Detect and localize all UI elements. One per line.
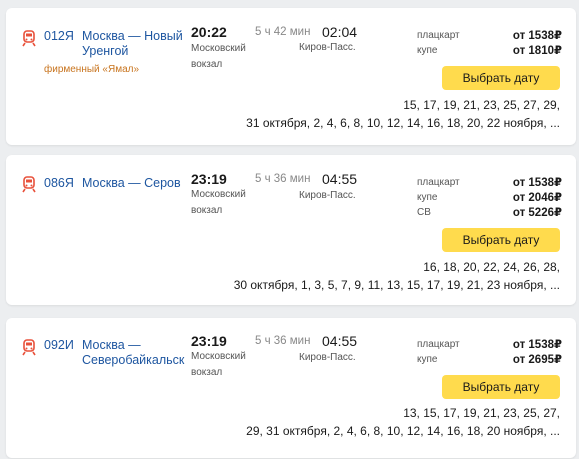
arrival-time: 04:55 bbox=[322, 333, 358, 349]
route-link[interactable]: Москва — Северобайкальск bbox=[82, 338, 184, 368]
train-card: 012Я Москва — Новый Уренгой фирменный «Я… bbox=[6, 8, 576, 145]
class-price: от 5226₽ bbox=[512, 207, 562, 219]
train-card: 086Я Москва — Серов 23:19 Московский вок… bbox=[6, 155, 576, 305]
select-date-button[interactable]: Выбрать дату bbox=[442, 66, 560, 90]
departure-time: 23:19 bbox=[191, 171, 227, 187]
dates-line: 31 октября, 2, 4, 6, 8, 10, 12, 14, 16, … bbox=[246, 116, 560, 130]
trip-duration: 5 ч 36 мин bbox=[255, 335, 311, 347]
arrival-station: Киров-Пасс. bbox=[299, 42, 356, 53]
arrival-time: 02:04 bbox=[322, 24, 358, 40]
route-link[interactable]: Москва — Новый Уренгой bbox=[82, 29, 190, 59]
departure-time: 20:22 bbox=[191, 24, 227, 40]
available-dates: 16, 18, 20, 22, 24, 26, 28, 30 октября, … bbox=[234, 258, 560, 294]
train-number[interactable]: 086Я bbox=[44, 176, 74, 190]
class-price: от 1538₽ bbox=[512, 177, 562, 189]
train-card: 092И Москва — Северобайкальск 23:19 Моск… bbox=[6, 318, 576, 458]
dates-line: 15, 17, 19, 21, 23, 25, 27, 29, bbox=[403, 98, 560, 112]
departure-station: Московский вокзал bbox=[191, 351, 246, 378]
train-icon bbox=[22, 176, 36, 193]
select-date-button[interactable]: Выбрать дату bbox=[442, 228, 560, 252]
train-icon bbox=[22, 339, 36, 356]
class-label: купе bbox=[417, 354, 438, 365]
class-label: плацкарт bbox=[417, 339, 460, 350]
route-link[interactable]: Москва — Серов bbox=[82, 176, 202, 191]
class-price: от 2046₽ bbox=[512, 192, 562, 204]
class-label: плацкарт bbox=[417, 177, 460, 188]
select-date-button[interactable]: Выбрать дату bbox=[442, 375, 560, 399]
available-dates: 13, 15, 17, 19, 21, 23, 25, 27, 29, 31 о… bbox=[246, 404, 560, 440]
trip-duration: 5 ч 36 мин bbox=[255, 173, 311, 185]
dates-line: 13, 15, 17, 19, 21, 23, 25, 27, bbox=[403, 406, 560, 420]
dates-line: 29, 31 октября, 2, 4, 6, 8, 10, 12, 14, … bbox=[246, 424, 560, 438]
train-brand: фирменный «Ямал» bbox=[44, 64, 140, 75]
class-price: от 1538₽ bbox=[512, 339, 562, 351]
arrival-time: 04:55 bbox=[322, 171, 358, 187]
class-label: СВ bbox=[417, 207, 431, 218]
arrival-station: Киров-Пасс. bbox=[299, 352, 356, 363]
departure-station: Московский вокзал bbox=[191, 43, 246, 70]
available-dates: 15, 17, 19, 21, 23, 25, 27, 29, 31 октяб… bbox=[246, 96, 560, 132]
class-label: купе bbox=[417, 192, 438, 203]
train-number[interactable]: 012Я bbox=[44, 29, 74, 43]
class-label: купе bbox=[417, 45, 438, 56]
arrival-station: Киров-Пасс. bbox=[299, 190, 356, 201]
departure-station: Московский вокзал bbox=[191, 189, 246, 216]
class-price: от 2695₽ bbox=[512, 354, 562, 366]
class-label: плацкарт bbox=[417, 30, 460, 41]
departure-time: 23:19 bbox=[191, 333, 227, 349]
class-price: от 1810₽ bbox=[512, 45, 562, 57]
dates-line: 30 октября, 1, 3, 5, 7, 9, 11, 13, 15, 1… bbox=[233, 278, 560, 292]
dates-line: 16, 18, 20, 22, 24, 26, 28, bbox=[423, 260, 560, 274]
train-number[interactable]: 092И bbox=[44, 338, 74, 352]
class-price: от 1538₽ bbox=[512, 30, 562, 42]
trip-duration: 5 ч 42 мин bbox=[255, 26, 311, 38]
train-icon bbox=[22, 30, 36, 47]
